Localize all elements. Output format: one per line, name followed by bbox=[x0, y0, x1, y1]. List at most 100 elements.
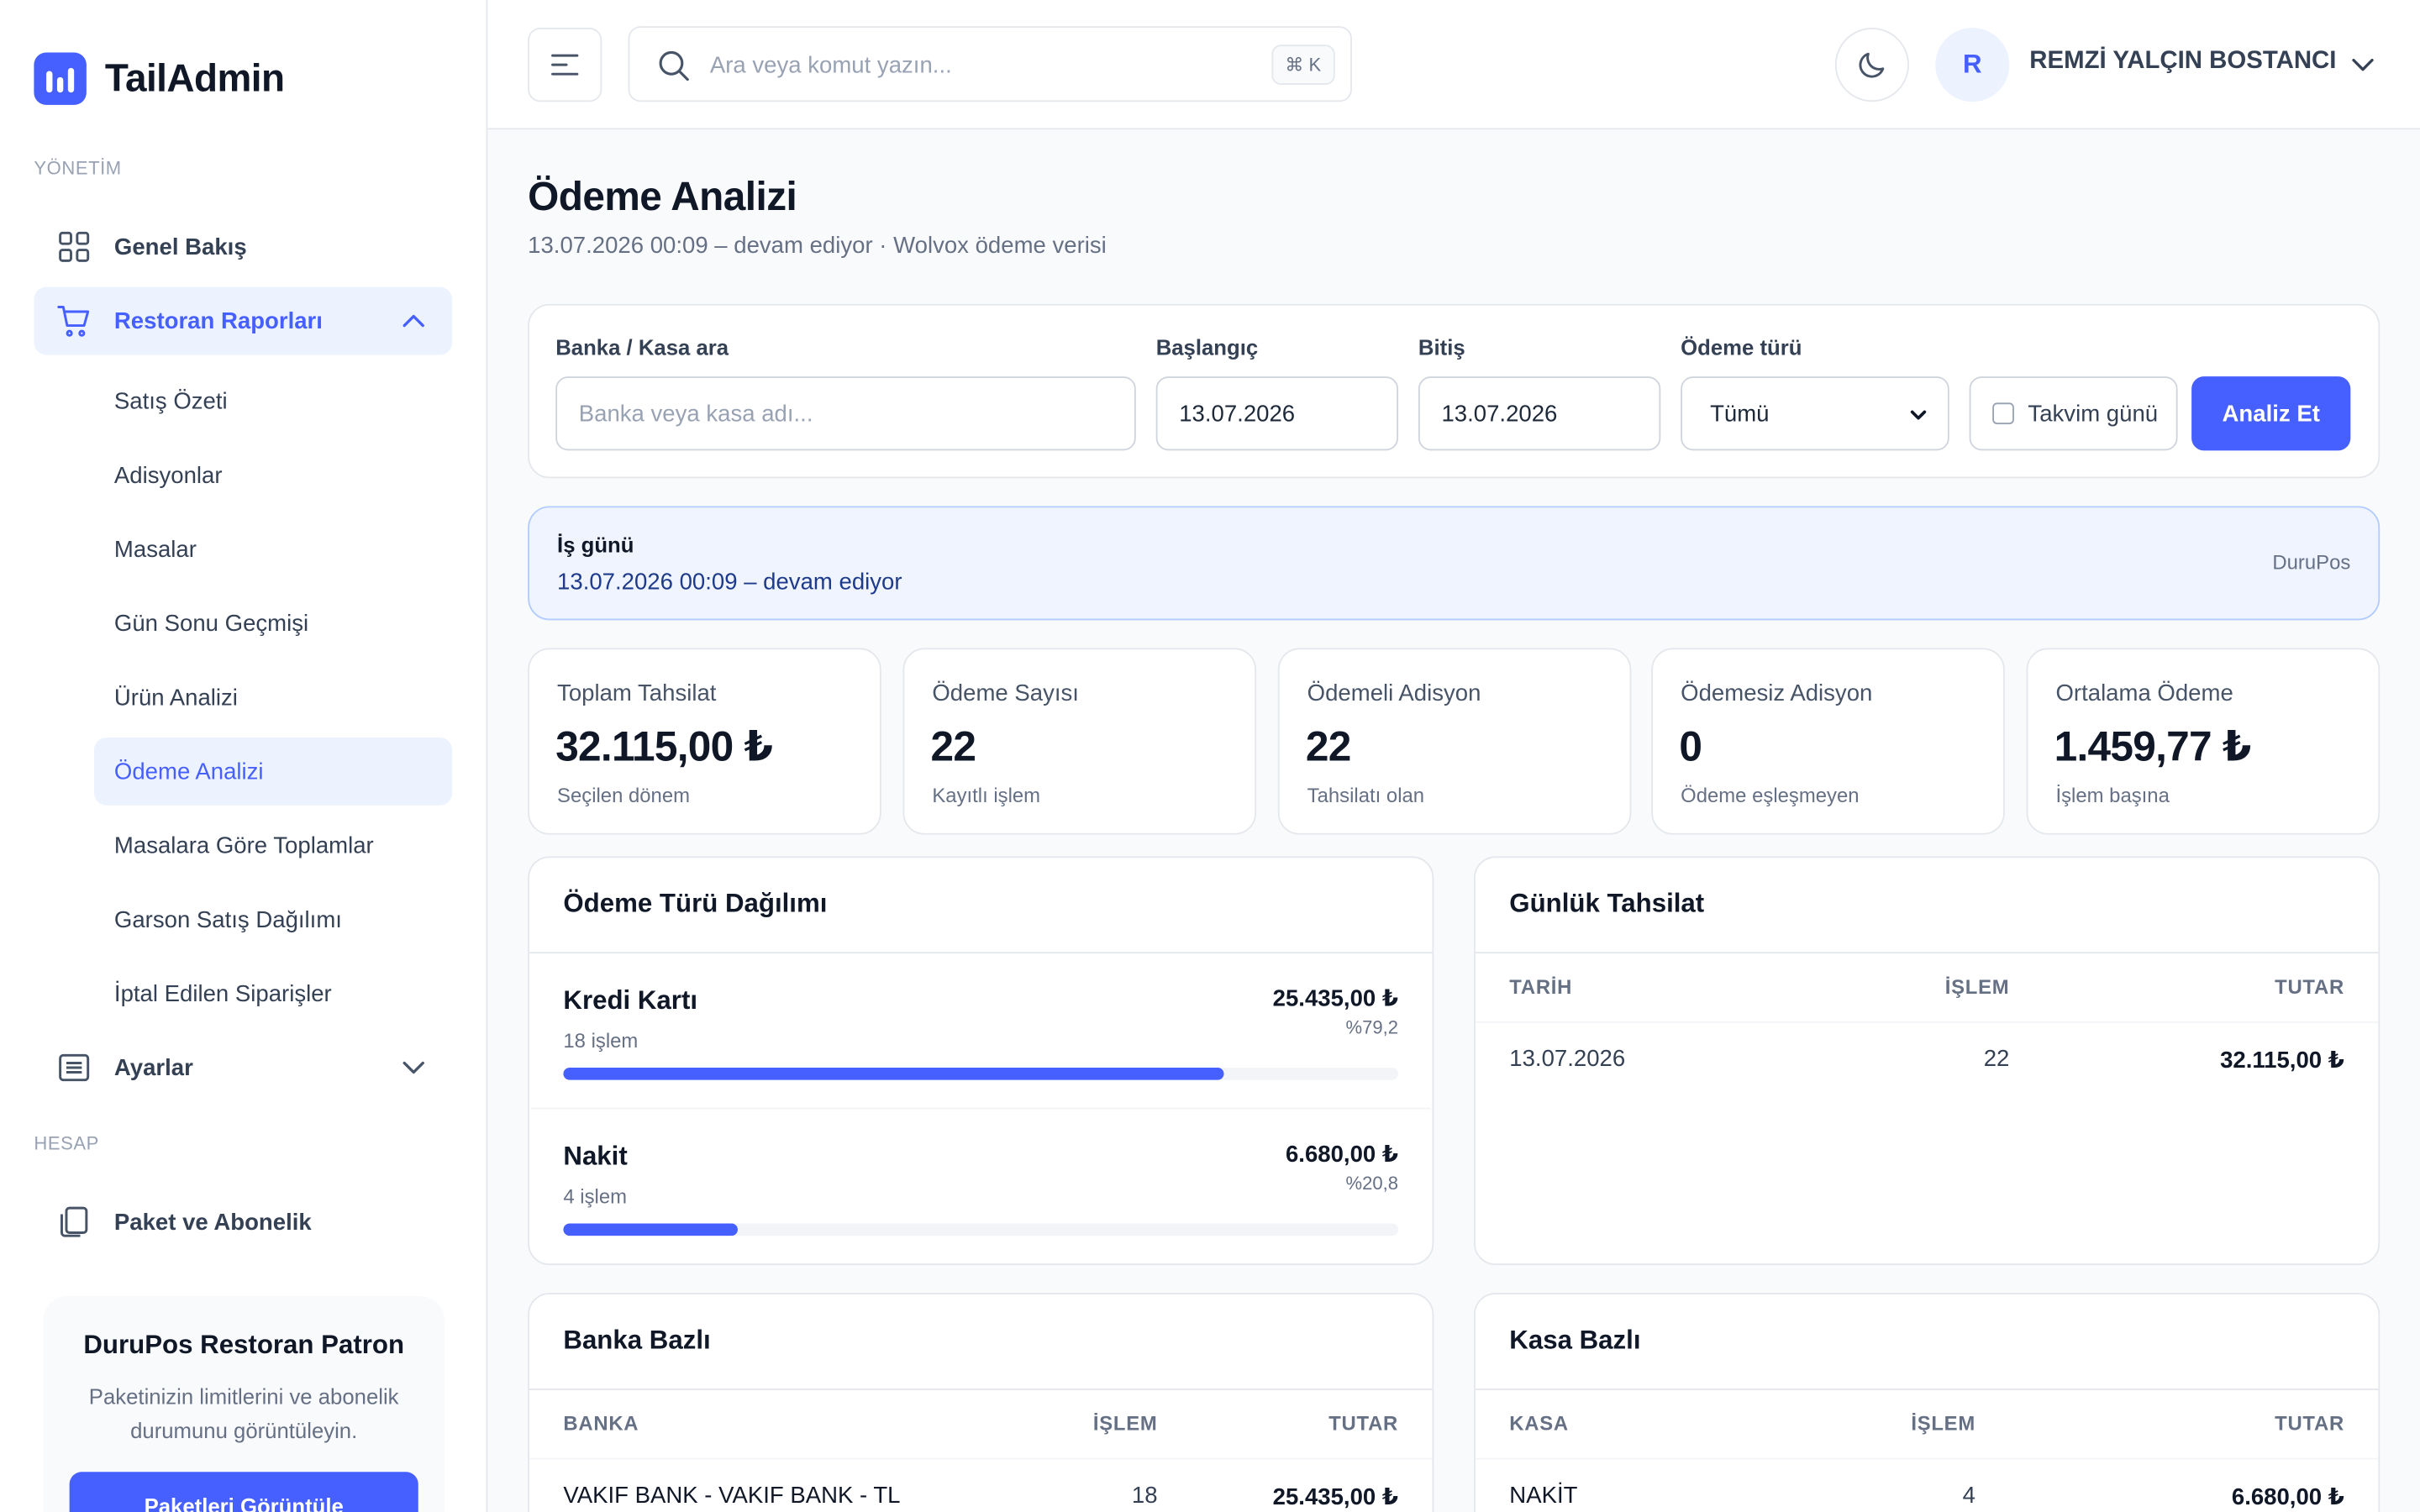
divider bbox=[529, 1457, 1433, 1460]
end-date-input[interactable]: 13.07.2026 bbox=[1418, 376, 1661, 451]
chevron-down-icon[interactable] bbox=[2349, 51, 2376, 79]
stat-value: 22 bbox=[1305, 723, 1351, 770]
column-header: TARİH bbox=[1509, 974, 1573, 999]
promo-card: DuruPos Restoran Patron Paketinizin limi… bbox=[43, 1295, 445, 1512]
panel-title: Ödeme Türü Dağılımı bbox=[563, 888, 828, 918]
business-day-source: DuruPos bbox=[2272, 550, 2351, 575]
divider bbox=[1475, 952, 2379, 954]
sidebar-subitem-tables[interactable]: Masalar bbox=[94, 515, 452, 583]
menu-icon bbox=[551, 54, 579, 76]
brand-name: TailAdmin bbox=[104, 56, 285, 100]
sidebar-subitem-end-of-day-history[interactable]: Gün Sonu Geçmişi bbox=[94, 590, 452, 658]
list-icon bbox=[55, 1049, 92, 1086]
start-date-input[interactable]: 13.07.2026 bbox=[1155, 376, 1399, 451]
shortcut-hint: ⌘ K bbox=[1270, 45, 1335, 86]
panel-title: Banka Bazlı bbox=[563, 1325, 711, 1355]
progress-track bbox=[563, 1067, 1399, 1080]
sidebar-item-restaurant-reports[interactable]: Restoran Raporları bbox=[34, 286, 453, 355]
column-header: İŞLEM bbox=[1911, 1411, 1975, 1436]
stat-value: 0 bbox=[1679, 723, 1702, 770]
business-day-text: 13.07.2026 00:09 – devam ediyor bbox=[557, 569, 902, 596]
table-cell-amount: 25.435,00 ₺ bbox=[1272, 1483, 1399, 1511]
stat-card-payment-count: Ödeme Sayısı 22 Kayıtlı işlem bbox=[902, 648, 1257, 835]
divider bbox=[1475, 1021, 2379, 1023]
distribution-amount: 6.680,00 ₺ bbox=[1285, 1142, 1399, 1168]
grid-icon bbox=[55, 228, 92, 265]
sidebar-toggle-button[interactable] bbox=[528, 28, 602, 102]
distribution-count: 18 işlem bbox=[563, 1029, 639, 1053]
sidebar-subitem-checks[interactable]: Adisyonlar bbox=[94, 441, 452, 509]
table-cell-bank: VAKIF BANK - VAKIF BANK - TL bbox=[563, 1483, 901, 1509]
distribution-name: Kredi Kartı bbox=[563, 985, 698, 1016]
payment-type-select[interactable]: Tümü bbox=[1681, 376, 1949, 451]
column-header: TUTAR bbox=[2275, 1411, 2344, 1436]
avatar[interactable]: R bbox=[1935, 28, 2010, 102]
column-header: İŞLEM bbox=[1092, 1411, 1158, 1436]
stat-card-paid-checks: Ödemeli Adisyon 22 Tahsilatı olan bbox=[1277, 648, 1632, 835]
sidebar-item-package-subscription[interactable]: Paket ve Abonelik bbox=[34, 1188, 452, 1256]
brand-logo-icon bbox=[34, 52, 87, 105]
sidebar-subitem-product-analysis[interactable]: Ürün Analizi bbox=[94, 664, 452, 732]
divider bbox=[1475, 1389, 2379, 1390]
search-input[interactable] bbox=[709, 46, 1235, 84]
page-subtitle: 13.07.2026 00:09 – devam ediyor · Wolvox… bbox=[528, 233, 1107, 260]
table-cell-date: 13.07.2026 bbox=[1509, 1046, 1626, 1073]
stat-subtext: Tahsilatı olan bbox=[1307, 784, 1425, 807]
section-label-management: YÖNETİM bbox=[34, 157, 122, 180]
table-cell-count: 22 bbox=[1983, 1046, 2010, 1073]
sidebar-item-settings[interactable]: Ayarlar bbox=[34, 1034, 452, 1102]
bank-search-label: Banka / Kasa ara bbox=[555, 334, 729, 360]
sidebar-subitem-cancelled-orders[interactable]: İptal Edilen Siparişler bbox=[94, 959, 452, 1027]
chevron-down-icon bbox=[1910, 410, 1927, 420]
stat-card-unpaid-checks: Ödemesiz Adisyon 0 Ödeme eşleşmeyen bbox=[1651, 648, 2005, 835]
stat-subtext: Ödeme eşleşmeyen bbox=[1681, 784, 1860, 807]
start-date-label: Başlangıç bbox=[1155, 334, 1259, 360]
stat-subtext: Seçilen dönem bbox=[557, 784, 691, 807]
view-packages-button[interactable]: Paketleri Görüntüle bbox=[69, 1472, 418, 1512]
payment-type-label: Ödeme türü bbox=[1681, 334, 1802, 360]
bank-search-input[interactable] bbox=[555, 376, 1136, 451]
payment-distribution-panel: Ödeme Türü Dağılımı Kredi Kartı 18 işlem… bbox=[528, 856, 1434, 1266]
cart-icon bbox=[55, 302, 92, 339]
stat-card-average-payment: Ortalama Ödeme 1.459,77 ₺ İşlem başına bbox=[2026, 648, 2381, 835]
distribution-percent: %20,8 bbox=[1345, 1172, 1399, 1194]
sidebar-item-overview[interactable]: Genel Bakış bbox=[34, 213, 452, 281]
calendar-day-checkbox[interactable]: Takvim günü bbox=[1969, 376, 2178, 451]
sidebar: TailAdmin YÖNETİM Genel Bakış Restoran R… bbox=[0, 0, 488, 1512]
sidebar-subitem-payment-analysis[interactable]: Ödeme Analizi bbox=[94, 737, 453, 806]
table-cell-count: 18 bbox=[1131, 1483, 1158, 1509]
theme-toggle-button[interactable] bbox=[1834, 28, 1909, 102]
end-date-label: Bitiş bbox=[1418, 334, 1465, 360]
search-box[interactable]: ⌘ K bbox=[628, 26, 1352, 102]
chevron-up-icon bbox=[402, 314, 424, 328]
page-title: Ödeme Analizi bbox=[528, 172, 797, 219]
brand[interactable]: TailAdmin bbox=[34, 52, 285, 105]
panel-title: Kasa Bazlı bbox=[1509, 1325, 1641, 1355]
column-header: İŞLEM bbox=[1944, 974, 2010, 999]
chevron-down-icon bbox=[402, 1061, 424, 1074]
divider bbox=[529, 1389, 1433, 1390]
checkbox-box[interactable] bbox=[1992, 402, 2014, 425]
progress-fill bbox=[563, 1223, 738, 1236]
analyze-button[interactable]: Analiz Et bbox=[2191, 376, 2351, 451]
distribution-percent: %79,2 bbox=[1345, 1016, 1399, 1039]
documents-icon bbox=[55, 1204, 92, 1241]
section-label-account: HESAP bbox=[34, 1132, 99, 1154]
stat-label: Ödemesiz Adisyon bbox=[1681, 680, 1873, 707]
sidebar-subitem-totals-by-table[interactable]: Masalara Göre Toplamlar bbox=[94, 811, 452, 879]
stat-value: 22 bbox=[930, 723, 976, 770]
sidebar-subitem-waiter-sales[interactable]: Garson Satış Dağılımı bbox=[94, 885, 452, 953]
stat-label: Toplam Tahsilat bbox=[557, 680, 717, 707]
distribution-count: 4 işlem bbox=[563, 1184, 628, 1209]
divider bbox=[530, 1107, 1431, 1110]
sidebar-item-label: Restoran Raporları bbox=[113, 307, 323, 334]
sidebar-subitem-sales-summary[interactable]: Satış Özeti bbox=[94, 367, 452, 435]
progress-fill bbox=[563, 1067, 1225, 1080]
stat-subtext: Kayıtlı işlem bbox=[932, 784, 1041, 807]
user-name[interactable]: REMZİ YALÇIN BOSTANCI bbox=[2029, 48, 2336, 76]
column-header: TUTAR bbox=[2275, 974, 2344, 999]
table-cell-count: 4 bbox=[1962, 1483, 1975, 1509]
daily-collection-panel: Günlük Tahsilat TARİH İŞLEM TUTAR 13.07.… bbox=[1474, 856, 2381, 1266]
divider bbox=[529, 952, 1433, 954]
progress-track bbox=[563, 1223, 1399, 1236]
